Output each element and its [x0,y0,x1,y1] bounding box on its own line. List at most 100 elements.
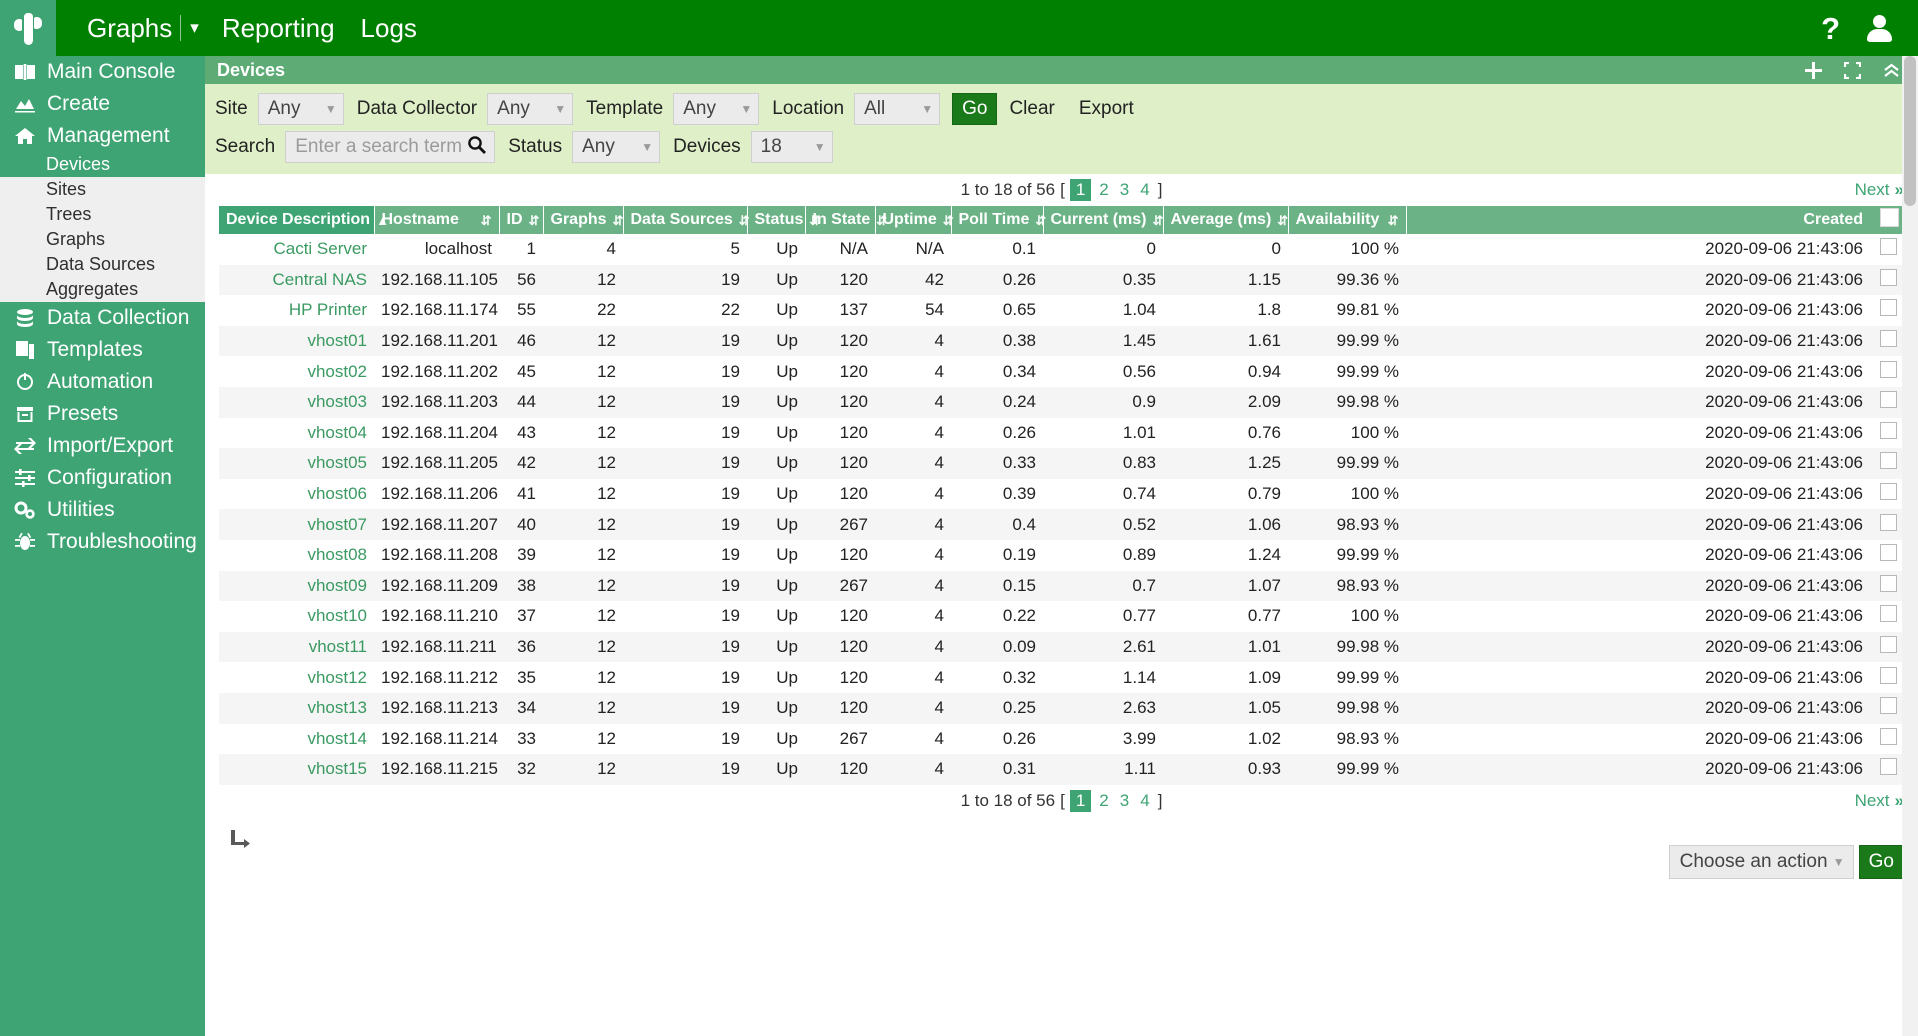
cell-row-checkbox[interactable] [1870,571,1904,602]
sidebar-item-import-export[interactable]: Import/Export [0,430,205,462]
row-checkbox[interactable] [1880,544,1897,561]
nav-item-reporting[interactable]: Reporting [209,0,348,56]
row-checkbox[interactable] [1880,391,1897,408]
cell-device-name[interactable]: vhost10 [219,601,374,632]
data-collector-select[interactable]: Any ▼ [487,93,573,125]
page-button-1[interactable]: 1 [1070,790,1091,812]
table-row[interactable]: vhost10192.168.11.210371219Up12040.220.7… [219,601,1904,632]
cell-data-sources-count[interactable]: 19 [623,418,747,449]
sidebar-item-management[interactable]: Management [0,120,205,152]
cell-data-sources-count[interactable]: 19 [623,540,747,571]
cell-row-checkbox[interactable] [1870,754,1904,785]
page-button-2[interactable]: 2 [1096,791,1111,811]
row-checkbox[interactable] [1880,330,1897,347]
device-link[interactable]: vhost03 [307,392,367,411]
sidebar-item-aggregates[interactable]: Aggregates [0,277,205,302]
fullscreen-icon[interactable] [1844,62,1861,79]
cell-row-checkbox[interactable] [1870,356,1904,387]
page-button-4[interactable]: 4 [1137,791,1152,811]
sidebar-item-data-sources[interactable]: Data Sources [0,252,205,277]
table-row[interactable]: Cacti Serverlocalhost145UpN/AN/A0.100100… [219,234,1904,265]
cell-device-name[interactable]: vhost07 [219,509,374,540]
cell-graphs-count[interactable]: 12 [543,540,623,571]
cell-device-name[interactable]: vhost14 [219,724,374,755]
cell-device-name[interactable]: vhost08 [219,540,374,571]
device-link[interactable]: vhost14 [307,729,367,748]
cell-row-checkbox[interactable] [1870,448,1904,479]
sidebar-item-sites[interactable]: Sites [0,177,205,202]
row-checkbox[interactable] [1880,514,1897,531]
row-checkbox[interactable] [1880,636,1897,653]
filter-export-button[interactable]: Export [1067,93,1146,125]
table-row[interactable]: vhost08192.168.11.208391219Up12040.190.8… [219,540,1904,571]
cell-graphs-count[interactable]: 12 [543,479,623,510]
chevron-down-icon[interactable]: ▾ [180,15,209,41]
cell-data-sources-count[interactable]: 19 [623,479,747,510]
action-go-button[interactable]: Go [1859,845,1904,879]
cell-graphs-count[interactable]: 12 [543,662,623,693]
cell-graphs-count[interactable]: 4 [543,234,623,265]
cell-device-name[interactable]: vhost06 [219,479,374,510]
cell-row-checkbox[interactable] [1870,234,1904,265]
sidebar-item-create[interactable]: Create [0,88,205,120]
col-current-ms[interactable]: Current (ms)⇵ [1043,206,1163,234]
cell-device-name[interactable]: vhost12 [219,662,374,693]
cell-row-checkbox[interactable] [1870,326,1904,357]
page-button-3[interactable]: 3 [1117,791,1132,811]
page-button-2[interactable]: 2 [1096,180,1111,200]
cell-data-sources-count[interactable]: 19 [623,356,747,387]
cell-device-name[interactable]: vhost11 [219,632,374,663]
device-link[interactable]: vhost02 [307,362,367,381]
cell-data-sources-count[interactable]: 19 [623,509,747,540]
cell-graphs-count[interactable]: 12 [543,632,623,663]
chevron-double-up-icon[interactable] [1883,62,1900,79]
device-link[interactable]: vhost11 [309,637,367,656]
sidebar-item-devices[interactable]: Devices [0,152,205,177]
device-link[interactable]: vhost05 [307,453,367,472]
cell-device-name[interactable]: vhost15 [219,754,374,785]
cell-device-name[interactable]: vhost04 [219,418,374,449]
table-row[interactable]: vhost05192.168.11.205421219Up12040.330.8… [219,448,1904,479]
cell-device-name[interactable]: vhost03 [219,387,374,418]
row-checkbox[interactable] [1880,667,1897,684]
sidebar-item-graphs[interactable]: Graphs [0,227,205,252]
cell-row-checkbox[interactable] [1870,387,1904,418]
row-checkbox[interactable] [1880,238,1897,255]
cell-row-checkbox[interactable] [1870,540,1904,571]
table-row[interactable]: vhost06192.168.11.206411219Up12040.390.7… [219,479,1904,510]
cell-data-sources-count[interactable]: 19 [623,601,747,632]
col-select-all[interactable] [1870,206,1904,234]
col-graphs[interactable]: Graphs⇵ [543,206,623,234]
row-checkbox[interactable] [1880,605,1897,622]
table-row[interactable]: HP Printer192.168.11.174552222Up137540.6… [219,295,1904,326]
sidebar-item-trees[interactable]: Trees [0,202,205,227]
col-status[interactable]: Status⇵ [747,206,805,234]
cell-data-sources-count[interactable]: 19 [623,387,747,418]
select-all-checkbox[interactable] [1880,208,1899,227]
device-link[interactable]: vhost09 [307,576,367,595]
row-checkbox[interactable] [1880,269,1897,286]
plus-icon[interactable] [1805,62,1822,79]
row-checkbox[interactable] [1880,452,1897,469]
cell-data-sources-count[interactable]: 5 [623,234,747,265]
cell-device-name[interactable]: HP Printer [219,295,374,326]
template-select[interactable]: Any ▼ [673,93,759,125]
scrollbar-thumb[interactable] [1904,56,1916,206]
sidebar-item-templates[interactable]: Templates [0,334,205,366]
location-select[interactable]: All ▼ [854,93,940,125]
page-button-3[interactable]: 3 [1117,180,1132,200]
device-link[interactable]: vhost06 [307,484,367,503]
sidebar-item-configuration[interactable]: Configuration [0,462,205,494]
status-select[interactable]: Any ▼ [572,131,660,163]
next-page-link-bottom[interactable]: Next » [1855,791,1904,811]
app-logo[interactable] [0,0,56,56]
col-hostname[interactable]: Hostname⇵ [374,206,499,234]
cell-graphs-count[interactable]: 12 [543,509,623,540]
cell-row-checkbox[interactable] [1870,418,1904,449]
cell-graphs-count[interactable]: 12 [543,418,623,449]
cell-row-checkbox[interactable] [1870,295,1904,326]
table-row[interactable]: vhost01192.168.11.201461219Up12040.381.4… [219,326,1904,357]
table-row[interactable]: vhost02192.168.11.202451219Up12040.340.5… [219,356,1904,387]
col-poll-time[interactable]: Poll Time⇵ [951,206,1043,234]
cell-graphs-count[interactable]: 12 [543,326,623,357]
